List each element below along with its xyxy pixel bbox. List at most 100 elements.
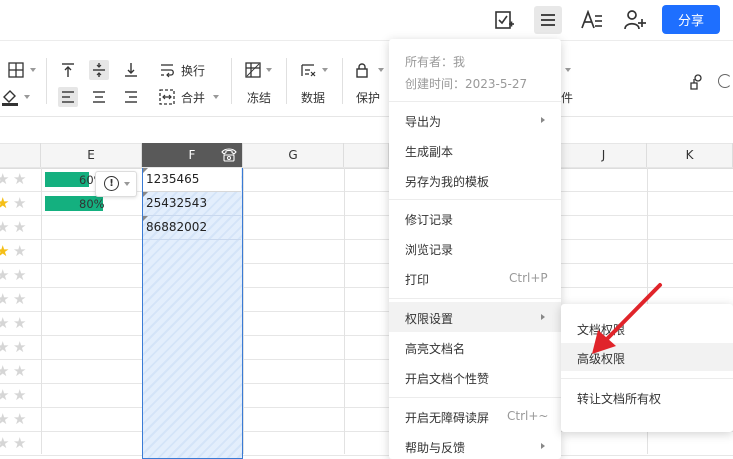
align-middle-icon[interactable]	[89, 60, 109, 80]
column-gridline	[243, 168, 244, 454]
submenu-item-transfer-ownership[interactable]: 转让文档所有权	[577, 390, 661, 407]
add-user-icon[interactable]	[621, 6, 649, 34]
column-header-F[interactable]: F	[142, 143, 243, 167]
freeze-label[interactable]: 冻结	[247, 89, 271, 106]
merge-cells-icon[interactable]	[157, 87, 177, 107]
fill-caret-icon[interactable]	[24, 95, 30, 99]
warning-icon[interactable]: !	[104, 176, 119, 191]
border-caret-icon[interactable]	[30, 68, 36, 72]
phone-cell-row1[interactable]: 1235465	[146, 172, 199, 186]
menu-item-save-as-template[interactable]: 另存为我的模板	[405, 173, 489, 190]
partial-label[interactable]: 件	[561, 89, 573, 106]
menu-item-print[interactable]: 打印	[405, 271, 429, 288]
wrap-text-label[interactable]: 换行	[181, 62, 205, 79]
toolbar-top-divider	[0, 40, 733, 41]
column-header-J[interactable]: J	[561, 143, 647, 167]
menu-item-permissions[interactable]: 权限设置	[405, 310, 453, 327]
lock-caret-icon[interactable]	[378, 68, 384, 72]
column-header-F-label: F	[188, 148, 196, 162]
menu-icon[interactable]	[534, 6, 562, 34]
star-icon[interactable]: ★	[0, 220, 9, 235]
more-menu: 所有者：我 创建时间：2023-5-27 导出为 生成副本 另存为我的模板 修订…	[389, 39, 561, 459]
format-painter-icon[interactable]	[686, 72, 706, 92]
star-icon[interactable]: ★	[0, 268, 9, 283]
menu-item-highlight-title[interactable]: 高亮文档名	[405, 340, 465, 357]
row-gridline	[0, 215, 733, 216]
menu-item-view-history[interactable]: 浏览记录	[405, 241, 453, 258]
border-icon[interactable]	[6, 60, 26, 80]
star-icon[interactable]: ★	[0, 364, 9, 379]
star-icon[interactable]: ★	[13, 268, 26, 283]
align-center-icon[interactable]	[89, 87, 109, 107]
column-header-K[interactable]: K	[647, 143, 733, 167]
row-gridline	[0, 167, 733, 168]
phone-cell-row2[interactable]: 25432543	[146, 196, 207, 210]
star-icon[interactable]: ★	[13, 436, 26, 451]
menu-item-export[interactable]: 导出为	[405, 113, 441, 130]
menu-owner: 所有者：我	[405, 55, 466, 69]
menu-item-personal-like[interactable]: 开启文档个性赞	[405, 370, 489, 387]
merge-caret-icon[interactable]	[213, 95, 219, 99]
protect-label[interactable]: 保护	[356, 89, 380, 106]
star-icon[interactable]: ★	[13, 172, 26, 187]
menu-created-date: 创建时间：2023-5-27	[405, 77, 528, 91]
partial-caret-icon[interactable]	[565, 68, 571, 72]
column-gridline	[41, 168, 42, 454]
fill-color-icon[interactable]	[0, 87, 20, 107]
align-top-icon[interactable]	[58, 60, 78, 80]
wrap-text-icon[interactable]	[157, 60, 177, 80]
column-header-D[interactable]	[0, 143, 41, 167]
annotation-arrow	[592, 283, 662, 354]
star-icon[interactable]: ★	[13, 364, 26, 379]
column-header-E[interactable]: E	[41, 143, 142, 167]
star-icon[interactable]: ★	[0, 412, 9, 427]
star-icon[interactable]: ★	[0, 292, 9, 307]
star-icon[interactable]: ★	[13, 316, 26, 331]
submenu-arrow-icon	[541, 443, 545, 449]
menu-item-revision-history[interactable]: 修订记录	[405, 211, 453, 228]
share-button[interactable]: 分享	[662, 5, 720, 34]
star-icon[interactable]: ★	[13, 292, 26, 307]
menu-item-help[interactable]: 帮助与反馈	[405, 439, 465, 456]
phone-cell-row3[interactable]: 86882002	[146, 220, 207, 234]
star-icon[interactable]: ★	[13, 196, 26, 211]
menu-item-screen-reader[interactable]: 开启无障碍读屏	[405, 409, 489, 426]
menu-item-duplicate[interactable]: 生成副本	[405, 143, 453, 160]
column-gridline	[344, 168, 345, 454]
star-icon[interactable]: ★	[0, 340, 9, 355]
merge-cells-label[interactable]: 合并	[181, 89, 205, 106]
warning-caret-icon[interactable]	[124, 182, 130, 186]
checkin-icon[interactable]	[490, 6, 518, 34]
align-right-icon[interactable]	[121, 87, 141, 107]
more-icon[interactable]	[718, 74, 732, 88]
data-label[interactable]: 数据	[301, 89, 325, 106]
menu-divider	[389, 101, 561, 102]
font-format-icon[interactable]	[578, 6, 606, 34]
submenu-divider	[561, 378, 733, 379]
menu-divider	[389, 397, 561, 398]
star-icon[interactable]: ★	[0, 172, 9, 187]
align-bottom-icon[interactable]	[121, 60, 141, 80]
data-caret-icon[interactable]	[322, 68, 328, 72]
star-icon[interactable]: ★	[0, 316, 9, 331]
lock-icon[interactable]	[352, 60, 372, 80]
star-icon[interactable]: ★	[13, 412, 26, 427]
column-header-H[interactable]	[344, 143, 389, 167]
star-icon[interactable]: ★	[0, 436, 9, 451]
star-icon[interactable]: ★	[0, 196, 9, 211]
star-icon[interactable]: ★	[13, 220, 26, 235]
star-icon[interactable]: ★	[0, 388, 9, 403]
star-icon[interactable]: ★	[13, 340, 26, 355]
data-icon[interactable]	[298, 60, 318, 80]
freeze-caret-icon[interactable]	[266, 68, 272, 72]
column-header-G[interactable]: G	[243, 143, 344, 167]
submenu-arrow-icon	[541, 314, 545, 320]
star-icon[interactable]: ★	[13, 388, 26, 403]
star-icon[interactable]: ★	[0, 244, 9, 259]
cell-warning-popover[interactable]: !	[95, 171, 137, 197]
star-icon[interactable]: ★	[13, 244, 26, 259]
toolbar-divider	[231, 58, 232, 104]
align-left-icon[interactable]	[58, 87, 78, 107]
freeze-icon[interactable]	[243, 60, 263, 80]
menu-divider	[389, 298, 561, 299]
